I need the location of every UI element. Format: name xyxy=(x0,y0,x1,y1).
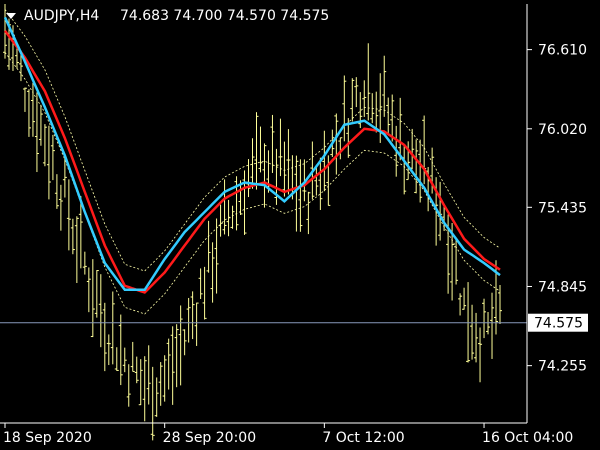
symbol-label: AUDJPY,H4 xyxy=(24,8,99,24)
time-tick-label: 18 Sep 2020 xyxy=(3,430,92,446)
current-price-marker: 74.575 xyxy=(528,313,588,332)
price-chart[interactable]: 76.610 76.020 75.435 74.845 74.255 74.575 18… xyxy=(0,0,600,450)
price-tick-label: 76.610 xyxy=(538,43,587,59)
time-tick-label: 28 Sep 20:00 xyxy=(163,430,256,446)
ohlc-values: 74.683 74.700 74.570 74.575 xyxy=(120,8,329,24)
time-tick-label: 16 Oct 04:00 xyxy=(482,430,573,446)
price-tick-label: 75.435 xyxy=(538,200,587,216)
price-tick-label: 74.255 xyxy=(538,359,587,375)
time-tick-label: 7 Oct 12:00 xyxy=(322,430,404,446)
price-tick-label: 76.020 xyxy=(538,122,587,138)
price-tick-label: 74.845 xyxy=(538,279,587,295)
current-price-label: 74.575 xyxy=(534,316,583,332)
